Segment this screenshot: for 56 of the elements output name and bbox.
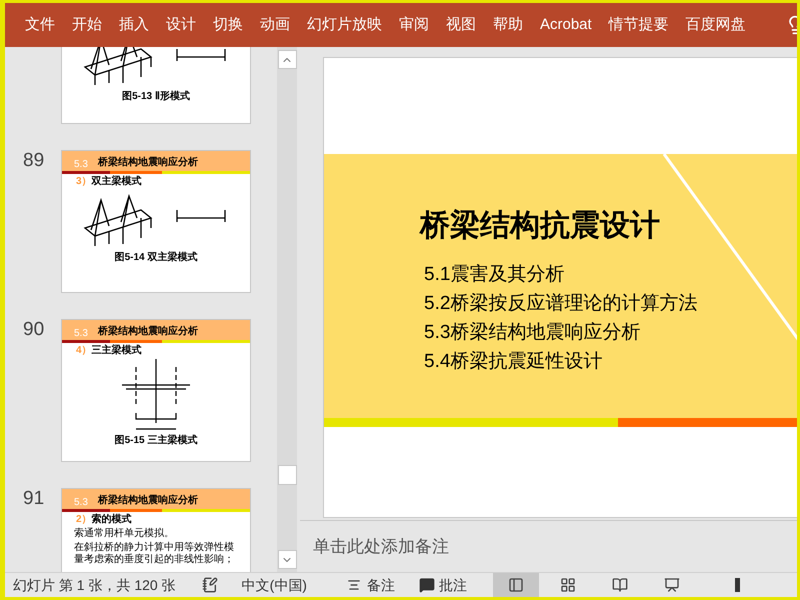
notes-edit-icon[interactable] — [202, 577, 218, 593]
notes-button[interactable]: 备注 — [346, 574, 395, 596]
slide-number: 89 — [23, 150, 44, 171]
language-button[interactable]: 中文(中国) — [242, 574, 307, 596]
slide-number: 91 — [23, 488, 44, 509]
slide-thumbnail[interactable]: 5.3 桥梁结构地震响应分析 3）双主梁模式 图5-14 双主梁模式 — [61, 150, 251, 293]
menu-tab[interactable]: 切换 — [213, 14, 243, 36]
slide-number: 90 — [23, 319, 44, 340]
slide-thumbnail[interactable]: 5.3 桥梁结构地震响应分析 2）索的模式 索通常用杆单元模拟。 在斜拉桥的静力计算中用等效弹性模量考虑索的垂度引起的非线性影响； — [61, 488, 251, 572]
menu-tab[interactable]: 帮助 — [493, 14, 523, 36]
normal-view-icon — [508, 577, 524, 593]
figure-caption: 图5-15 三主梁模式 — [114, 435, 198, 447]
slide-header: 桥梁结构地震响应分析 — [98, 493, 198, 508]
slide-title: 桥梁结构抗震设计 — [420, 208, 661, 244]
comments-button[interactable]: 批注 — [418, 574, 467, 596]
zoom-slider-thumb[interactable] — [734, 578, 740, 592]
presentation-icon — [664, 577, 680, 593]
outline-item: 5.4桥梁抗震延性设计 — [424, 350, 604, 374]
menu-tab[interactable]: 视图 — [446, 14, 476, 36]
grid-view-icon — [560, 577, 576, 593]
figure-caption: 图5-14 双主梁模式 — [114, 252, 198, 264]
section-number: 5.3 — [74, 159, 88, 171]
slide-header: 桥梁结构地震响应分析 — [98, 324, 198, 339]
slide-subheading: 3）双主梁模式 — [76, 176, 142, 188]
menu-tab[interactable]: 文件 — [25, 14, 55, 36]
section-number: 5.3 — [74, 497, 88, 509]
scroll-up-button[interactable] — [278, 50, 296, 69]
figure-caption: 图5-13 Ⅱ形模式 — [122, 91, 190, 103]
comment-icon — [418, 577, 435, 593]
outline-item: 5.3桥梁结构地震响应分析 — [424, 321, 642, 345]
slide-paragraph: 在斜拉桥的静力计算中用等效弹性模量考虑索的垂度引起的非线性影响； — [74, 542, 235, 566]
slide-thumbnail[interactable]: 图5-13 Ⅱ形模式 — [61, 47, 251, 124]
menu-tab[interactable]: Acrobat — [540, 14, 592, 36]
slide-subheading: 4）三主梁模式 — [76, 345, 142, 357]
menu-tab[interactable]: 开始 — [72, 14, 102, 36]
slide-paragraph: 索通常用杆单元模拟。 — [74, 528, 175, 540]
menu-tab[interactable]: 插入 — [119, 14, 149, 36]
section-number: 5.3 — [74, 328, 88, 340]
menu-tab[interactable]: 动画 — [260, 14, 290, 36]
scroll-thumb[interactable] — [278, 464, 296, 484]
menu-tab[interactable]: 百度网盘 — [686, 14, 746, 36]
book-view-icon — [612, 577, 628, 593]
menu-tab[interactable]: 审阅 — [399, 14, 429, 36]
menu-tab[interactable]: 幻灯片放映 — [307, 14, 382, 36]
outline-item: 5.1震害及其分析 — [424, 263, 566, 287]
menu-tab[interactable]: 设计 — [166, 14, 196, 36]
slide-header: 桥梁结构地震响应分析 — [98, 155, 198, 170]
scroll-down-button[interactable] — [278, 550, 296, 569]
slide-counter: 幻灯片 第 1 张，共 120 张 — [12, 576, 176, 594]
slide-subheading: 2）索的模式 — [76, 514, 132, 526]
notes-placeholder: 单击此处添加备注 — [313, 536, 449, 558]
notes-icon — [346, 578, 361, 592]
outline-item: 5.2桥梁按反应谱理论的计算方法 — [424, 292, 698, 316]
slide-thumbnail[interactable]: 5.3 桥梁结构地震响应分析 4）三主梁模式 图5-15 三主梁模式 — [61, 319, 251, 462]
view-button[interactable] — [492, 573, 539, 597]
menu-tab[interactable]: 情节提要 — [608, 14, 669, 36]
